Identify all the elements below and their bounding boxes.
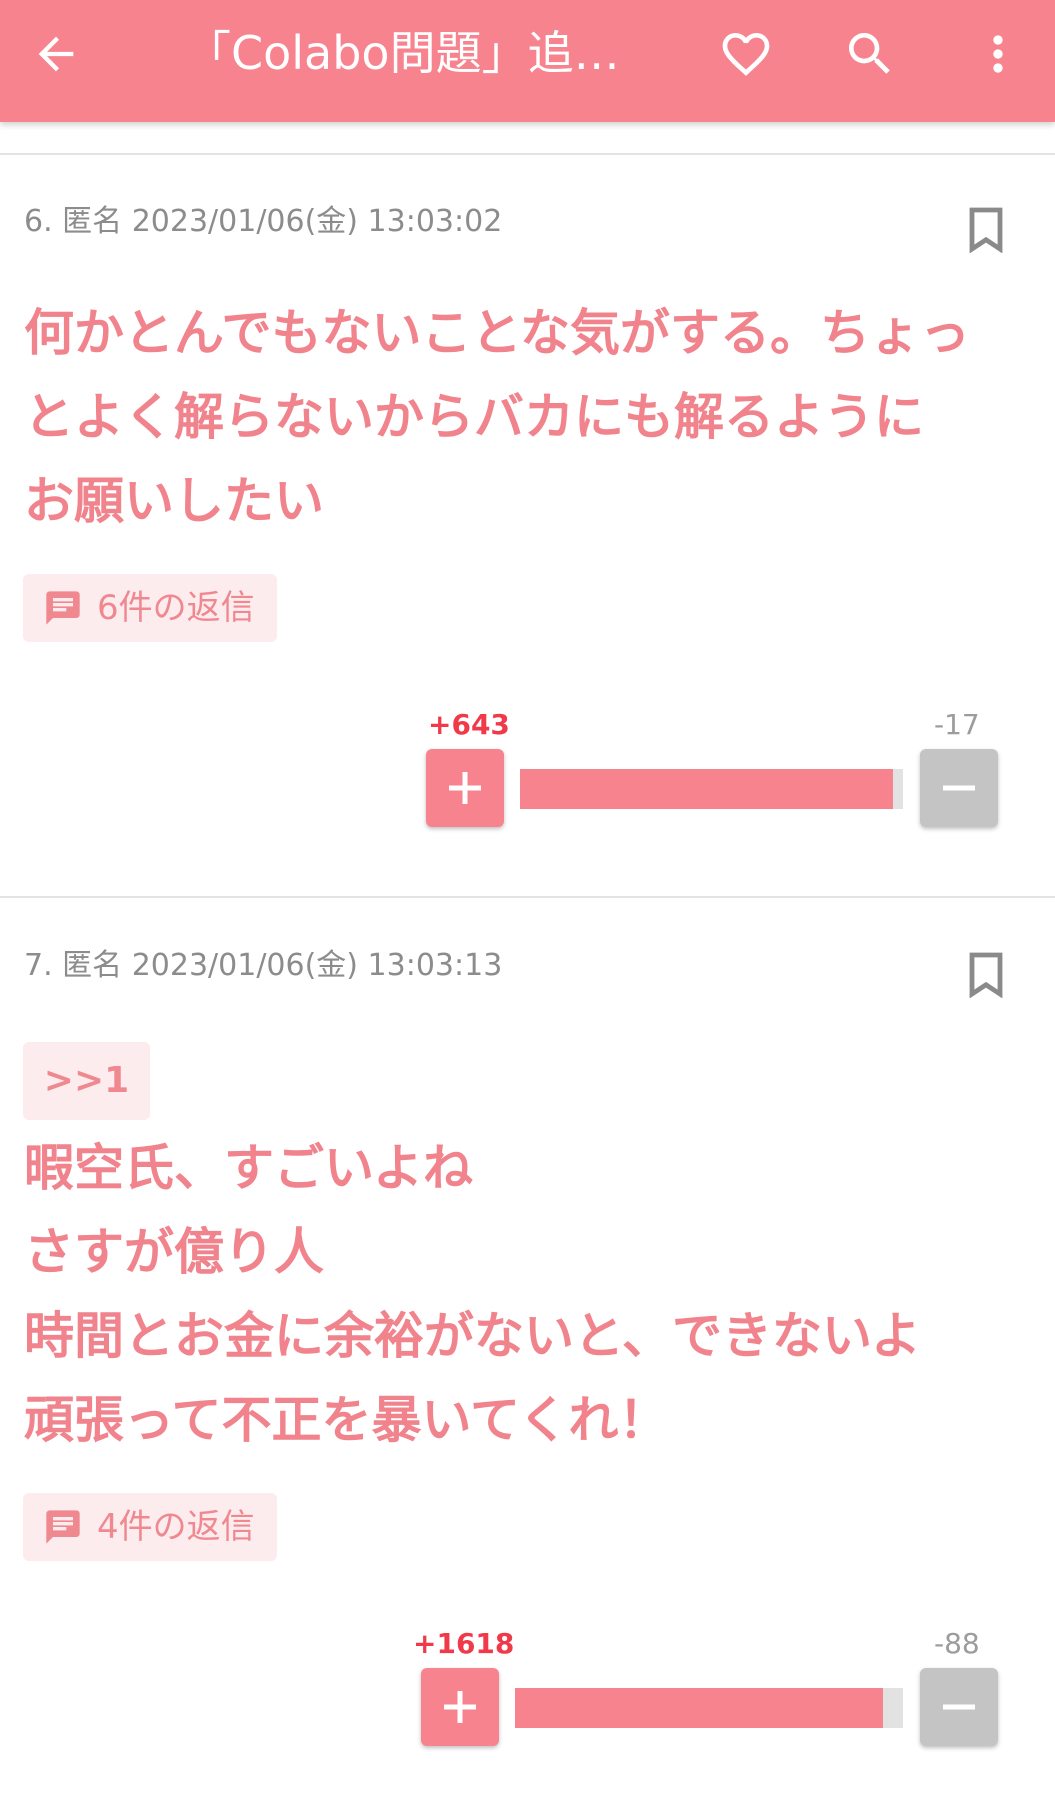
chat-bubble-icon xyxy=(46,1510,80,1544)
comment-line: 頑張って不正を暴いてくれ！ xyxy=(24,1391,669,1449)
comment-line: お願いしたい xyxy=(24,472,324,530)
anchor-link[interactable]: >>1 xyxy=(23,1042,150,1120)
vote-widget: +643 -17 xyxy=(0,705,1055,845)
comment-line: 何かとんでもないことな気がする。ちょっ xyxy=(24,304,970,362)
comment-body: 何かとんでもないことな気がする。ちょっ とよく解らないからバカにも解るように お… xyxy=(24,291,1024,543)
replies-button[interactable]: 4件の返信 xyxy=(23,1493,277,1561)
plus-icon xyxy=(444,1691,476,1723)
vote-ratio-bar xyxy=(515,1688,903,1728)
downvote-button[interactable] xyxy=(920,749,998,827)
back-arrow-icon[interactable] xyxy=(30,28,82,80)
replies-button[interactable]: 6件の返信 xyxy=(23,574,277,642)
chat-bubble-icon xyxy=(46,591,80,625)
upvote-button[interactable] xyxy=(426,749,504,827)
bookmark-icon[interactable] xyxy=(968,952,1004,999)
minus-count: -17 xyxy=(934,708,980,741)
vote-ratio-bar xyxy=(520,769,903,809)
downvote-button[interactable] xyxy=(920,1668,998,1746)
comment-meta: 7. 匿名 2023/01/06(金) 13:03:13 xyxy=(24,948,503,983)
vote-ratio-fill xyxy=(520,769,894,809)
heart-icon[interactable] xyxy=(718,26,774,82)
bookmark-icon[interactable] xyxy=(968,207,1004,254)
minus-icon xyxy=(943,785,975,791)
more-vert-icon[interactable] xyxy=(970,26,1026,82)
vote-widget: +1618 -88 xyxy=(0,1624,1055,1764)
search-icon[interactable] xyxy=(842,26,898,82)
comment-post: 6. 匿名 2023/01/06(金) 13:03:02 何かとんでもないことな… xyxy=(0,155,1055,895)
vote-ratio-fill xyxy=(515,1688,883,1728)
plus-count: +643 xyxy=(428,708,510,741)
minus-icon xyxy=(943,1704,975,1710)
upvote-button[interactable] xyxy=(421,1668,499,1746)
minus-count: -88 xyxy=(934,1627,980,1660)
comment-line: とよく解らないからバカにも解るように xyxy=(24,388,924,446)
page-title: 「Colabo問題」追及の暇空茜氏、Colaboの不正を告発 xyxy=(185,26,655,80)
plus-icon xyxy=(449,772,481,804)
comment-meta: 6. 匿名 2023/01/06(金) 13:03:02 xyxy=(24,204,503,239)
comment-line: さすが億り人 xyxy=(24,1223,324,1281)
replies-label: 6件の返信 xyxy=(97,588,255,628)
comment-line: 暇空氏、すごいよね xyxy=(24,1139,473,1197)
plus-count: +1618 xyxy=(413,1627,515,1660)
comment-post: 7. 匿名 2023/01/06(金) 13:03:13 >>1 暇空氏、すごい… xyxy=(0,898,1055,1816)
app-bar: 「Colabo問題」追及の暇空茜氏、Colaboの不正を告発 xyxy=(0,0,1055,122)
replies-label: 4件の返信 xyxy=(97,1507,255,1547)
comment-body: 暇空氏、すごいよね さすが億り人 時間とお金に余裕がないと、できないよ 頑張って… xyxy=(24,1126,1024,1462)
comment-line: 時間とお金に余裕がないと、できないよ xyxy=(24,1307,921,1365)
